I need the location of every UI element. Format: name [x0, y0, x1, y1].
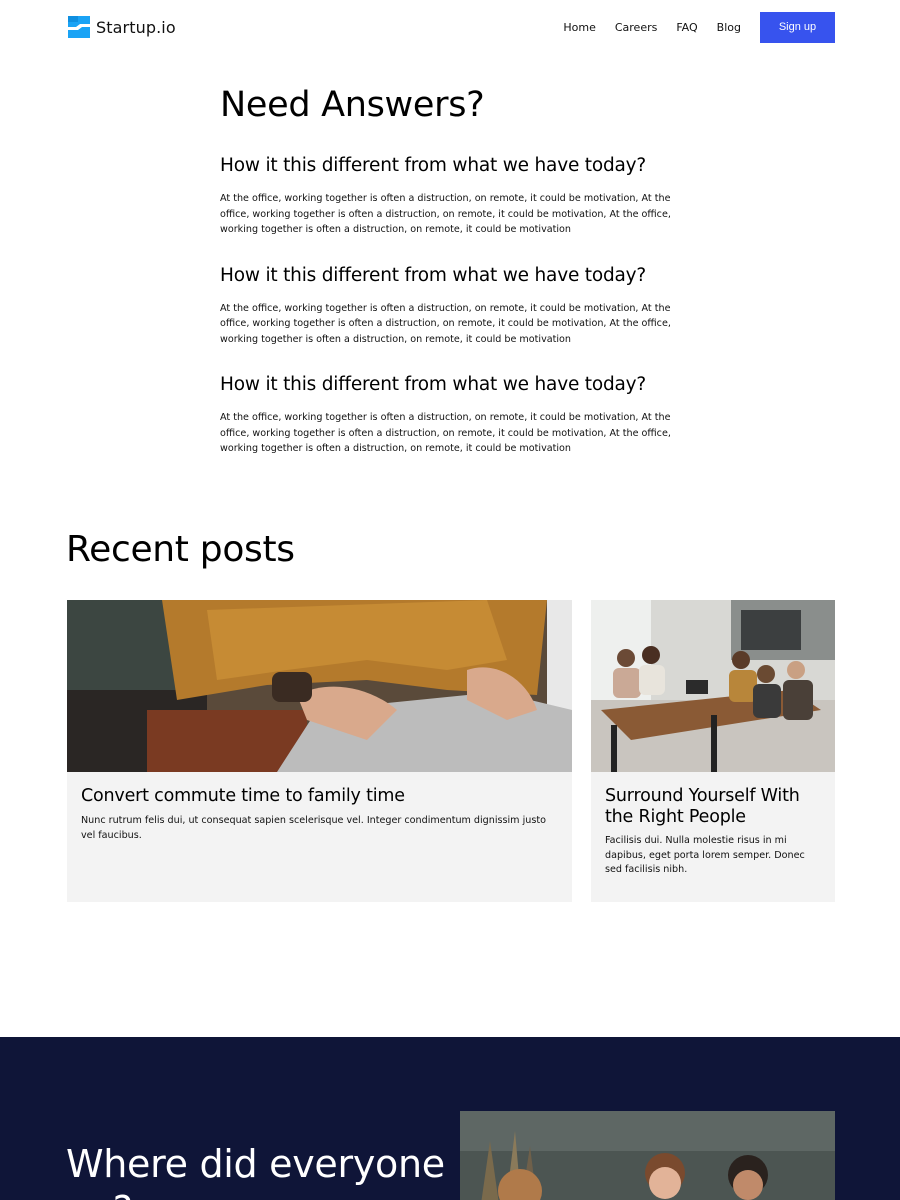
faq-question: How it this different from what we have … [220, 264, 647, 286]
team-section-title: Where did everyone go? [66, 1142, 445, 1200]
post-image-meeting [591, 600, 835, 772]
brand-name: Startup.io [96, 17, 176, 37]
nav-careers-link[interactable]: Careers [615, 12, 658, 43]
team-photo [460, 1111, 835, 1200]
signup-button[interactable]: Sign up [760, 12, 835, 43]
post-card[interactable]: Convert commute time to family time Nunc… [67, 600, 572, 902]
faq-question: How it this different from what we have … [220, 155, 647, 176]
post-card-body: Surround Yourself With the Right People … [591, 772, 835, 878]
faq-item: How it this different from what we have … [220, 154, 680, 238]
post-card[interactable]: Surround Yourself With the Right People … [591, 600, 835, 902]
nav-blog-link[interactable]: Blog [717, 12, 741, 43]
team-section: Where did everyone go? [0, 1037, 900, 1200]
faq-item: How it this different from what we have … [220, 373, 680, 457]
faq-title: Need Answers? [220, 85, 485, 125]
nav-faq-link[interactable]: FAQ [676, 12, 697, 43]
post-title[interactable]: Surround Yourself With the Right People [605, 786, 821, 828]
post-excerpt: Nunc rutrum felis dui, ut consequat sapi… [81, 815, 546, 841]
post-image-laptop [67, 600, 572, 772]
recent-posts-title: Recent posts [66, 529, 295, 570]
site-header: Startup.io Home Careers FAQ Blog Sign up [0, 0, 900, 56]
faq-item: How it this different from what we have … [220, 264, 680, 348]
logo-icon [68, 16, 90, 38]
main-nav: Home Careers FAQ Blog Sign up [563, 12, 835, 43]
post-card-body: Convert commute time to family time Nunc… [67, 772, 572, 843]
faq-answer: At the office, working together is often… [220, 302, 671, 345]
nav-home-link[interactable]: Home [563, 12, 595, 43]
faq-answer: At the office, working together is often… [220, 412, 671, 454]
faq-answer: At the office, working together is often… [220, 193, 671, 235]
brand-logo[interactable]: Startup.io [66, 14, 176, 40]
post-title[interactable]: Convert commute time to family time [81, 786, 558, 807]
faq-section: Need Answers? How it this different from… [220, 84, 680, 457]
faq-question: How it this different from what we have … [220, 374, 647, 395]
post-excerpt: Facilisis dui. Nulla molestie risus in m… [605, 835, 805, 875]
